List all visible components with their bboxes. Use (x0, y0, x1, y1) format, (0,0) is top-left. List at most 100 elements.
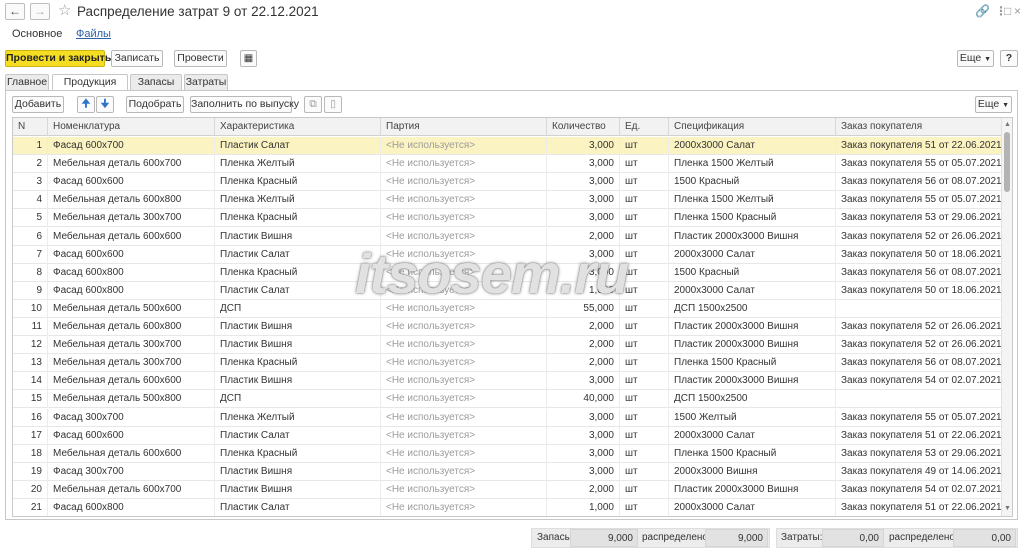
cell-item[interactable]: Мебельная деталь 600x600 (47, 444, 214, 463)
cell-unit[interactable]: шт (619, 318, 668, 336)
cell-characteristic[interactable]: Пластик Салат (214, 137, 380, 155)
cell-unit[interactable]: шт (619, 480, 668, 499)
cell-batch[interactable]: <Не используется> (380, 191, 546, 210)
back-arrow-icon[interactable]: ← (5, 3, 25, 20)
cell-quantity[interactable]: 3,000 (546, 372, 619, 391)
cell-batch[interactable]: <Не используется> (380, 137, 546, 155)
table-row[interactable]: 21 Фасад 600x800 Пластик Салат <Не использу… (13, 499, 1001, 516)
cell-item[interactable]: Фасад 600x600 (47, 245, 214, 264)
cell-n[interactable]: 14 (13, 372, 47, 390)
cell-specification[interactable]: 2000x3000 Салат (668, 499, 835, 516)
cell-customer-order[interactable]: Заказ покупателя 51 от 22.06.2021 (835, 426, 1001, 445)
cell-quantity[interactable]: 3,000 (546, 408, 619, 427)
cell-batch[interactable]: <Не используется> (380, 173, 546, 192)
cell-n[interactable]: 12 (13, 336, 47, 354)
cell-n[interactable]: 18 (13, 445, 47, 463)
cell-unit[interactable]: шт (619, 444, 668, 463)
cell-batch[interactable]: <Не используется> (380, 209, 546, 228)
cell-item[interactable]: Фасад 600x600 (47, 426, 214, 445)
cell-quantity[interactable]: 3,000 (546, 155, 619, 174)
cell-unit[interactable]: шт (619, 191, 668, 210)
cell-specification[interactable]: 1500 Красный (668, 263, 835, 282)
cell-customer-order[interactable]: Заказ покупателя 55 от 05.07.2021 (835, 155, 1001, 174)
tab-costs[interactable]: Затраты (184, 74, 228, 90)
cell-characteristic[interactable]: Пластик Вишня (214, 372, 380, 391)
cell-specification[interactable]: 2000x3000 Салат (668, 245, 835, 264)
tab-products[interactable]: Продукция (117) (52, 74, 128, 103)
cell-customer-order[interactable]: Заказ покупателя 52 от 26.06.2021 (835, 318, 1001, 336)
cell-unit[interactable]: шт (619, 336, 668, 355)
cell-n[interactable]: 8 (13, 264, 47, 282)
cell-item[interactable]: Фасад 600x800 (47, 263, 214, 282)
section-files-link[interactable]: Файлы (76, 28, 111, 41)
cell-n[interactable]: 6 (13, 228, 47, 246)
fill-by-output-button[interactable]: Заполнить по выпуску (190, 96, 299, 113)
cell-customer-order[interactable]: Заказ покупателя 52 от 26.06.2021 (835, 227, 1001, 246)
cell-quantity[interactable]: 1,000 (546, 499, 619, 516)
cell-customer-order[interactable]: Заказ покупателя 51 от 22.06.2021 (835, 499, 1001, 516)
cell-quantity[interactable]: 3,000 (546, 191, 619, 210)
close-icon[interactable]: × (1014, 4, 1021, 18)
cell-quantity[interactable]: 3,000 (546, 426, 619, 445)
cell-n[interactable]: 10 (13, 300, 47, 318)
cell-specification[interactable]: 1500 Желтый (668, 408, 835, 427)
cell-characteristic[interactable]: Пластик Салат (214, 499, 380, 516)
table-row[interactable]: 12 Мебельная деталь 300x700 Пластик Вишня <… (13, 336, 1001, 355)
cell-customer-order[interactable]: Заказ покупателя 54 от 02.07.2021 (835, 372, 1001, 391)
cell-customer-order[interactable]: Заказ покупателя 50 от 18.06.2021 (835, 281, 1001, 300)
cell-unit[interactable]: шт (619, 354, 668, 373)
cell-customer-order[interactable]: Заказ покупателя 53 от 29.06.2021 (835, 209, 1001, 228)
cell-customer-order[interactable]: Заказ покупателя 52 от 26.06.2021 (835, 336, 1001, 355)
table-row[interactable]: 20 Мебельная деталь 600x700 Пластик Вишня <… (13, 480, 1001, 499)
cell-customer-order[interactable]: Заказ покупателя 56 от 08.07.2021 (835, 263, 1001, 282)
cell-item[interactable]: Мебельная деталь 600x600 (47, 227, 214, 246)
cell-batch[interactable]: <Не используется> (380, 426, 546, 445)
cell-n[interactable]: 5 (13, 209, 47, 227)
column-header-unit[interactable]: Ед. (619, 118, 668, 136)
cell-customer-order[interactable]: Заказ покупателя 50 от 18.06.2021 (835, 245, 1001, 264)
cell-unit[interactable]: шт (619, 137, 668, 155)
table-row[interactable]: 14 Мебельная деталь 600x600 Пластик Вишня <… (13, 372, 1001, 391)
cell-quantity[interactable]: 3,000 (546, 444, 619, 463)
cell-characteristic[interactable]: Пластик Салат (214, 426, 380, 445)
cell-batch[interactable]: <Не используется> (380, 336, 546, 355)
cell-specification[interactable]: Пленка 1500 Красный (668, 209, 835, 228)
cell-specification[interactable]: ДСП 1500x2500 (668, 390, 835, 409)
column-header-n[interactable]: N (13, 118, 47, 136)
cell-n[interactable]: 17 (13, 427, 47, 445)
cell-item[interactable]: Фасад 600x800 (47, 499, 214, 516)
cell-n[interactable]: 15 (13, 390, 47, 408)
cell-unit[interactable]: шт (619, 390, 668, 409)
cell-n[interactable]: 19 (13, 463, 47, 481)
table-row[interactable]: 13 Мебельная деталь 300x700 Пленка Красный… (13, 354, 1001, 373)
cell-characteristic[interactable]: Пленка Красный (214, 444, 380, 463)
cell-specification[interactable]: Пленка 1500 Желтый (668, 191, 835, 210)
cell-characteristic[interactable]: Пластик Вишня (214, 480, 380, 499)
column-header-characteristic[interactable]: Характеристика (214, 118, 380, 136)
cell-quantity[interactable]: 40,000 (546, 390, 619, 409)
table-row[interactable]: 3 Фасад 600x600 Пленка Красный <Не использу… (13, 173, 1001, 192)
cell-item[interactable]: Фасад 600x700 (47, 137, 214, 155)
cell-specification[interactable]: Пленка 1500 Желтый (668, 155, 835, 174)
cell-n[interactable]: 13 (13, 354, 47, 372)
cell-specification[interactable]: Пластик 2000x3000 Вишня (668, 318, 835, 336)
cell-batch[interactable]: <Не используется> (380, 408, 546, 427)
cell-item[interactable]: Мебельная деталь 500x800 (47, 390, 214, 409)
pick-button[interactable]: Подобрать (126, 96, 184, 113)
add-row-button[interactable]: Добавить (12, 96, 64, 113)
cell-customer-order[interactable]: Заказ покупателя 55 от 05.07.2021 (835, 408, 1001, 427)
cell-specification[interactable]: Пленка 1500 Красный (668, 354, 835, 373)
cell-n[interactable]: 9 (13, 282, 47, 300)
column-header-customer-order[interactable]: Заказ покупателя (835, 118, 1001, 136)
cell-unit[interactable]: шт (619, 426, 668, 445)
column-header-batch[interactable]: Партия (380, 118, 546, 136)
table-row[interactable]: 1 Фасад 600x700 Пластик Салат <Не используе… (13, 137, 1001, 155)
section-main[interactable]: Основное (12, 28, 62, 41)
cell-n[interactable]: 16 (13, 409, 47, 427)
cell-n[interactable]: 21 (13, 499, 47, 516)
table-more-menu-button[interactable]: Еще ▼ (975, 96, 1012, 113)
table-row[interactable]: 11 Мебельная деталь 600x800 Пластик Вишня <… (13, 318, 1001, 336)
cell-item[interactable]: Фасад 300x700 (47, 408, 214, 427)
cell-quantity[interactable]: 3,000 (546, 462, 619, 481)
cell-unit[interactable]: шт (619, 209, 668, 228)
